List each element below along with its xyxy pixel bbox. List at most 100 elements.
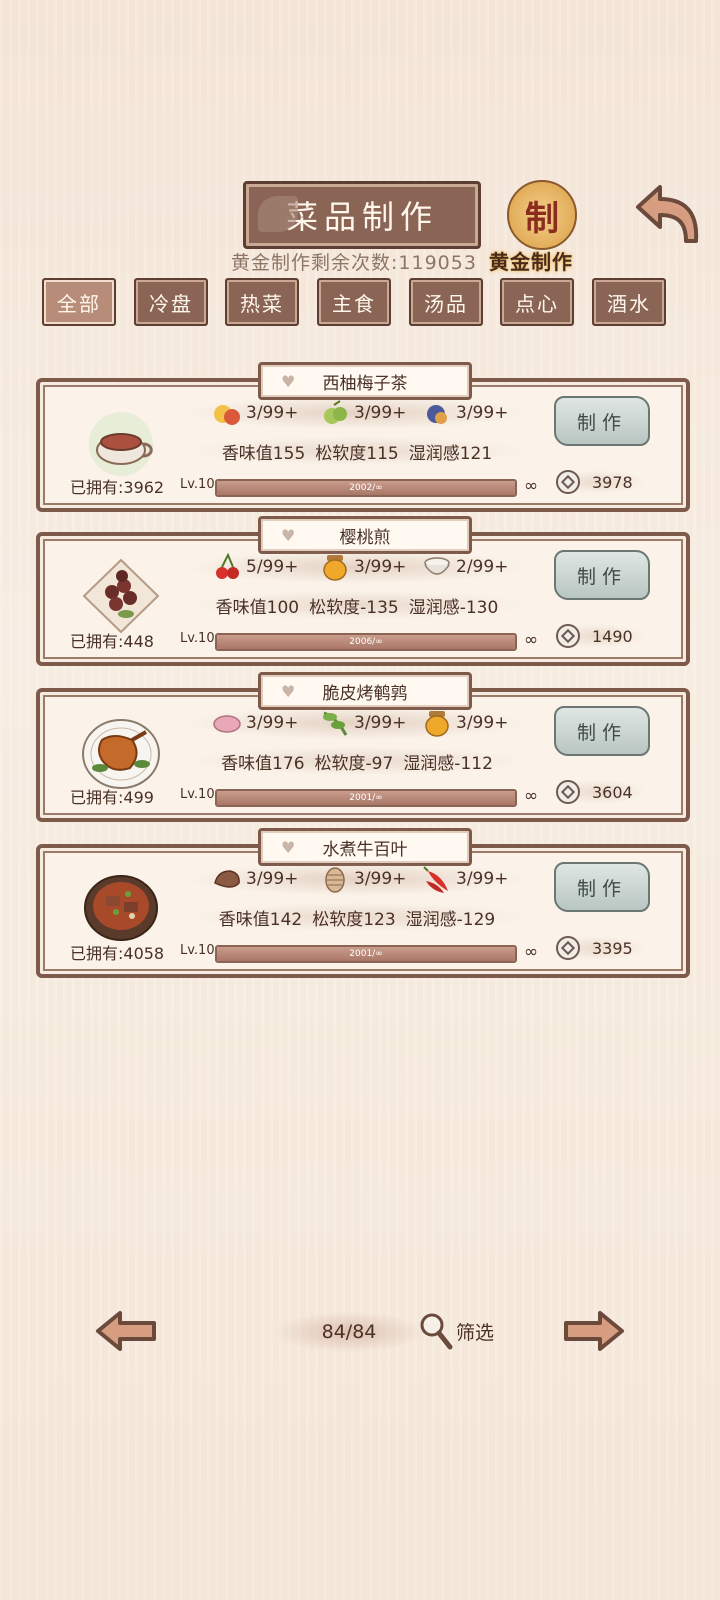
heart-icon[interactable]: ♥ bbox=[281, 526, 295, 545]
filter-button[interactable]: 筛选 bbox=[418, 1310, 494, 1352]
tab-drinks[interactable]: 酒水 bbox=[592, 278, 666, 326]
next-page-arrow-icon[interactable] bbox=[562, 1310, 626, 1352]
owned-count: 已拥有:4058 bbox=[70, 944, 165, 963]
softness-stat: 松软度-135 bbox=[309, 597, 399, 618]
ingredient-item[interactable]: 3/99+ bbox=[422, 708, 508, 738]
tab-soup[interactable]: 汤品 bbox=[409, 278, 483, 326]
tab-staple[interactable]: 主食 bbox=[317, 278, 391, 326]
xp-text: 2006/∞ bbox=[349, 637, 383, 647]
plum-icon bbox=[324, 400, 347, 424]
ingredient-item[interactable]: 3/99+ bbox=[212, 398, 298, 428]
heart-icon[interactable]: ♥ bbox=[281, 838, 295, 857]
infinity-mark: ∞ bbox=[524, 786, 539, 806]
xp-text: 2002/∞ bbox=[349, 483, 383, 493]
ingredient-count: 3/99+ bbox=[354, 403, 407, 423]
filter-label: 筛选 bbox=[456, 1321, 495, 1344]
moisture-stat: 湿润感-129 bbox=[405, 909, 496, 930]
ingredient-count: 3/99+ bbox=[354, 557, 407, 577]
dish-stats: 香味值155 松软度115 湿润感121 bbox=[182, 436, 532, 466]
ingredient-count: 3/99+ bbox=[246, 713, 299, 733]
tab-all[interactable]: 全部 bbox=[42, 278, 116, 326]
tab-cold-dish[interactable]: 冷盘 bbox=[134, 278, 208, 326]
ingredient-count: 3/99+ bbox=[246, 869, 299, 889]
dish-name: 脆皮烤鹌鹑 bbox=[322, 683, 408, 704]
dish-level: Lv.10 bbox=[180, 943, 215, 958]
gold-craft-seal-button[interactable]: 制 bbox=[507, 180, 577, 250]
ingredient-item[interactable]: 3/99+ bbox=[422, 398, 508, 428]
xp-bar: 2006/∞ bbox=[215, 633, 517, 651]
fig-icon bbox=[427, 405, 447, 424]
ingredient-item[interactable]: 3/99+ bbox=[422, 864, 508, 894]
price-value: 1490 bbox=[592, 626, 633, 646]
magnifier-icon bbox=[420, 1313, 453, 1350]
ingredient-count: 3/99+ bbox=[246, 403, 299, 423]
gold-craft-remaining: 黄金制作剩余次数:119053 bbox=[231, 252, 477, 274]
honey-jar-icon bbox=[425, 711, 449, 737]
ingredient-list: 3/99+ 3/99+ 3/99+ bbox=[182, 706, 532, 740]
ingredient-count: 2/99+ bbox=[456, 557, 509, 577]
rice-bowl-icon bbox=[424, 557, 450, 575]
make-button[interactable]: 制作 bbox=[554, 396, 650, 446]
aroma-stat: 香味值100 bbox=[215, 597, 300, 618]
xp-bar: 2002/∞ bbox=[215, 479, 517, 497]
ingredient-count: 3/99+ bbox=[456, 403, 509, 423]
coin-icon bbox=[556, 624, 580, 648]
moisture-stat: 湿润感-130 bbox=[408, 597, 499, 618]
owned-count: 已拥有:3962 bbox=[70, 478, 165, 497]
dish-card: ♥ 脆皮烤鹌鹑 3/99+ 3/99+ 3/99+ 香味值176 松软度-97 … bbox=[36, 672, 690, 822]
dish-stats: 香味值142 松软度123 湿润感-129 bbox=[182, 902, 532, 932]
dish-name: 水煮牛百叶 bbox=[322, 839, 408, 860]
coin-icon bbox=[556, 936, 580, 960]
infinity-mark: ∞ bbox=[524, 476, 539, 496]
aroma-stat: 香味值155 bbox=[221, 443, 306, 464]
ingredient-count: 3/99+ bbox=[354, 869, 407, 889]
category-tabs: 全部 冷盘 热菜 主食 汤品 点心 酒水 bbox=[42, 278, 682, 326]
dish-card: ♥ 西柚梅子茶 3/99+ 3/99+ 3/99+ 香味值155 松软度115 … bbox=[36, 362, 690, 512]
dish-name-banner: ♥ 西柚梅子茶 bbox=[258, 362, 472, 400]
prev-page-arrow-icon[interactable] bbox=[94, 1310, 158, 1352]
ingredient-item[interactable]: 5/99+ bbox=[212, 552, 298, 582]
dish-card: ♥ 樱桃煎 5/99+ 3/99+ 2/99+ 香味值100 松软度-135 湿… bbox=[36, 516, 690, 666]
price-value: 3978 bbox=[592, 472, 633, 492]
ingredient-list: 3/99+ 3/99+ 3/99+ bbox=[182, 396, 532, 430]
dish-name-banner: ♥ 樱桃煎 bbox=[258, 516, 472, 554]
cherry-icon bbox=[216, 553, 239, 579]
make-button[interactable]: 制作 bbox=[554, 862, 650, 912]
leaf-ornament-icon bbox=[258, 196, 298, 232]
fruit-icon bbox=[214, 405, 240, 425]
dish-stats: 香味值100 松软度-135 湿润感-130 bbox=[182, 590, 532, 620]
dish-name: 西柚梅子茶 bbox=[322, 373, 408, 394]
meat-icon bbox=[213, 715, 241, 733]
seal-char: 制 bbox=[525, 198, 559, 239]
ingredient-item[interactable]: 3/99+ bbox=[320, 552, 406, 582]
coin-icon bbox=[556, 470, 580, 494]
owned-count: 已拥有:499 bbox=[70, 788, 154, 807]
ingredient-item[interactable]: 3/99+ bbox=[320, 864, 406, 894]
dish-card: ♥ 水煮牛百叶 3/99+ 3/99+ 3/99+ 香味值142 松软度123 … bbox=[36, 828, 690, 978]
ingredient-item[interactable]: 3/99+ bbox=[320, 708, 406, 738]
ingredient-item[interactable]: 3/99+ bbox=[212, 864, 298, 894]
heart-icon[interactable]: ♥ bbox=[281, 372, 295, 391]
back-arrow-icon[interactable] bbox=[630, 183, 704, 245]
price-tag: 3978 bbox=[552, 470, 646, 494]
heart-icon[interactable]: ♥ bbox=[281, 682, 295, 701]
softness-stat: 松软度115 bbox=[315, 443, 399, 464]
chili-icon bbox=[423, 866, 448, 893]
softness-stat: 松软度123 bbox=[312, 909, 396, 930]
greens-icon bbox=[323, 711, 348, 736]
gold-craft-label[interactable]: 黄金制作 bbox=[489, 246, 573, 275]
tab-hot-dish[interactable]: 热菜 bbox=[225, 278, 299, 326]
ingredient-item[interactable]: 3/99+ bbox=[320, 398, 406, 428]
tab-dessert[interactable]: 点心 bbox=[500, 278, 574, 326]
ingredient-item[interactable]: 3/99+ bbox=[212, 708, 298, 738]
moisture-stat: 湿润感121 bbox=[408, 443, 493, 464]
ingredient-item[interactable]: 2/99+ bbox=[422, 552, 508, 582]
ingredient-count: 3/99+ bbox=[456, 869, 509, 889]
ingredient-list: 3/99+ 3/99+ 3/99+ bbox=[182, 862, 532, 896]
make-button[interactable]: 制作 bbox=[554, 706, 650, 756]
ingredient-list: 5/99+ 3/99+ 2/99+ bbox=[182, 550, 532, 584]
dish-name-banner: ♥ 脆皮烤鹌鹑 bbox=[258, 672, 472, 710]
ingredient-count: 3/99+ bbox=[354, 713, 407, 733]
make-button[interactable]: 制作 bbox=[554, 550, 650, 600]
beef-tripe-bowl-icon bbox=[84, 875, 158, 941]
